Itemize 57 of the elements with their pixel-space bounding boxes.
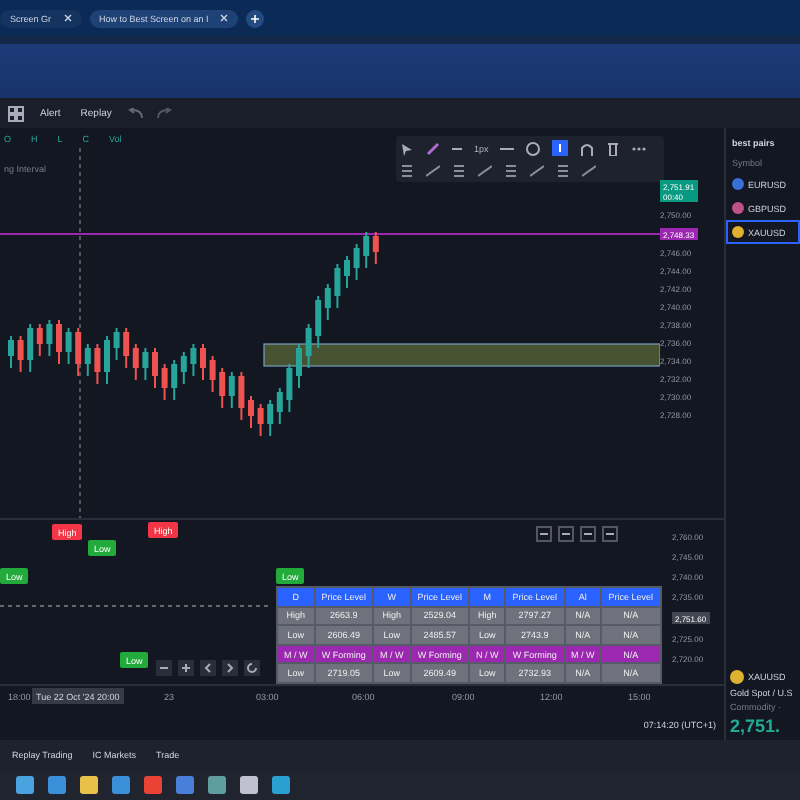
grid-icon[interactable] xyxy=(8,105,24,121)
new-tab-icon[interactable] xyxy=(246,9,265,27)
candle xyxy=(94,343,101,385)
candle xyxy=(161,363,168,401)
chevron-left-icon xyxy=(202,662,214,674)
candle xyxy=(142,347,149,381)
info-icon[interactable] xyxy=(552,140,569,156)
candle xyxy=(344,255,350,289)
candle xyxy=(104,335,110,385)
pencil-icon[interactable] xyxy=(426,141,440,155)
candle xyxy=(65,327,72,365)
candle xyxy=(56,319,62,365)
candle xyxy=(238,371,245,421)
pane-control-icon[interactable] xyxy=(536,526,552,542)
candle xyxy=(17,335,24,373)
pane-control-icon[interactable] xyxy=(602,526,618,542)
candle xyxy=(113,327,120,361)
undo-icon[interactable] xyxy=(127,107,144,119)
zoom-in-button[interactable] xyxy=(178,660,194,676)
candle xyxy=(353,243,360,281)
candle xyxy=(334,263,341,309)
zoom-out-button[interactable] xyxy=(156,660,172,676)
candle xyxy=(248,395,254,429)
drawing-tool-icon[interactable] xyxy=(400,164,414,178)
drawing-tool-icon[interactable] xyxy=(556,164,570,178)
close-icon[interactable] xyxy=(220,14,229,22)
chevron-right-icon xyxy=(224,662,236,674)
close-icon[interactable] xyxy=(63,14,72,22)
minus-icon xyxy=(158,662,170,674)
candle xyxy=(190,343,197,377)
symbol-icon xyxy=(730,670,744,684)
pane-control-icon[interactable] xyxy=(558,526,574,542)
plus-icon xyxy=(180,662,192,674)
scroll-left-button[interactable] xyxy=(200,660,216,676)
candle xyxy=(305,323,312,369)
candle xyxy=(209,355,216,393)
scroll-right-button[interactable] xyxy=(222,660,238,676)
trash-icon[interactable] xyxy=(606,141,621,155)
drawing-tool-icon[interactable] xyxy=(478,164,492,178)
drawing-tool-icon[interactable] xyxy=(582,164,596,178)
drawing-tool-icon[interactable] xyxy=(426,164,440,178)
target-icon[interactable] xyxy=(526,141,541,155)
candle xyxy=(296,343,302,389)
candle xyxy=(257,403,264,437)
candle xyxy=(200,343,206,381)
candle xyxy=(8,335,14,369)
drawing-tool-icon[interactable] xyxy=(530,164,544,178)
pane-control-icon[interactable] xyxy=(580,526,596,542)
reset-icon xyxy=(246,662,258,674)
reset-button[interactable] xyxy=(244,660,260,676)
cursor-icon[interactable] xyxy=(400,141,414,155)
drawing-tool-icon[interactable] xyxy=(504,164,518,178)
candle xyxy=(286,363,293,413)
drawing-tool-icon[interactable] xyxy=(452,164,466,178)
candle xyxy=(46,319,53,357)
instrument-price: 2,751. xyxy=(730,716,783,736)
candle xyxy=(152,347,158,389)
